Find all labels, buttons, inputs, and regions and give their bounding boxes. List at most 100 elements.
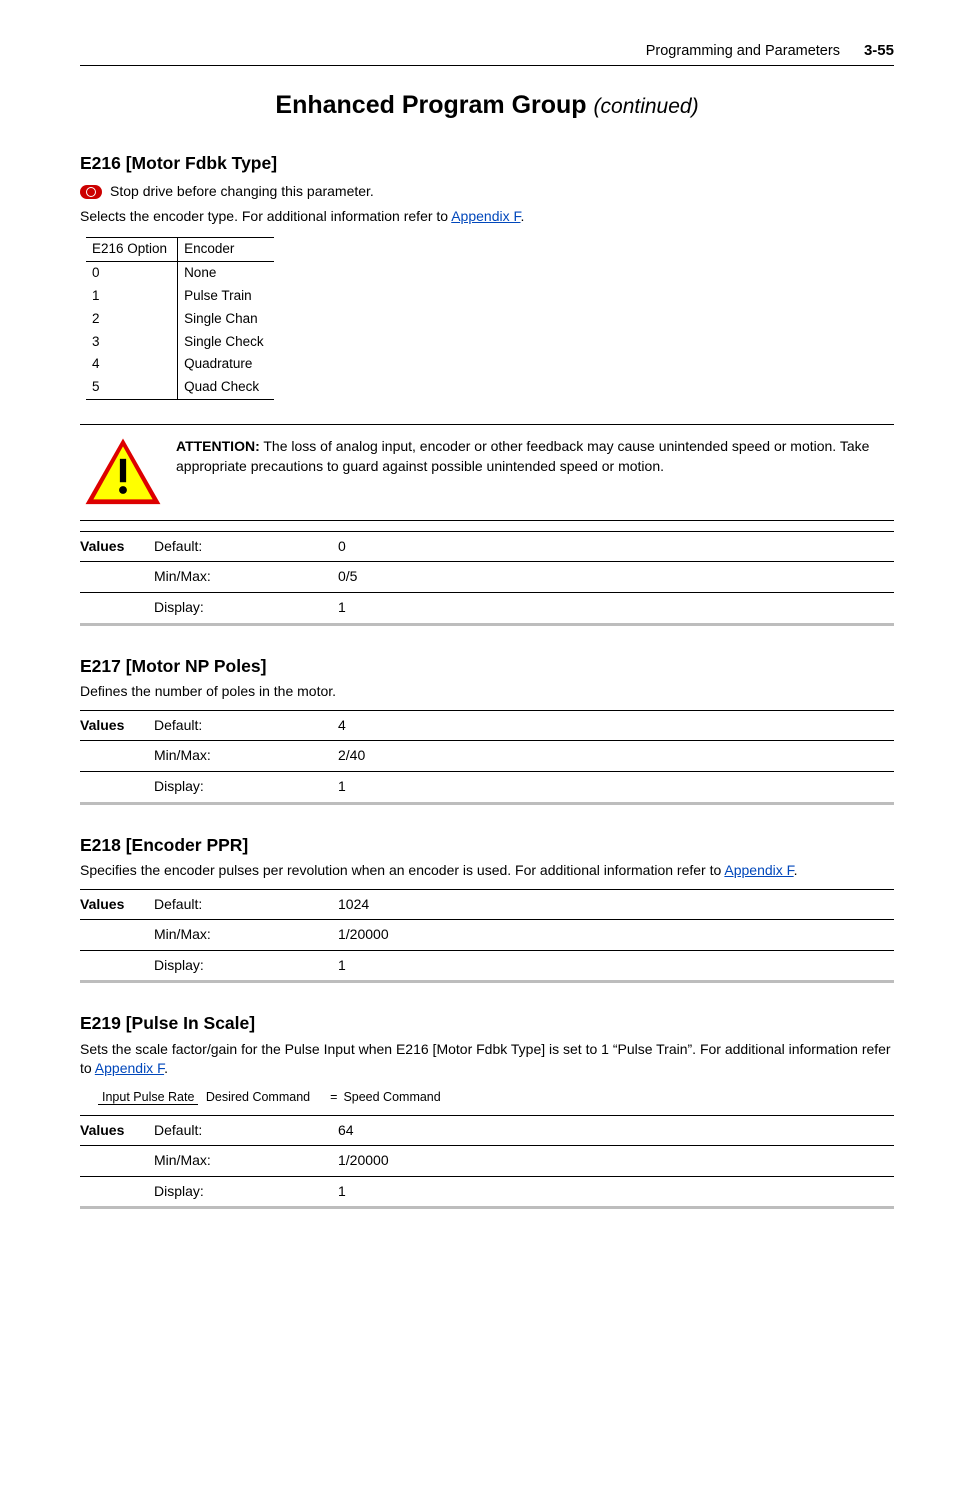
- cell-enc: None: [178, 261, 274, 284]
- cell-opt: 1: [86, 285, 178, 308]
- values-row: Display: 1: [80, 1176, 894, 1208]
- header-section: Programming and Parameters: [646, 41, 840, 61]
- attention-body: The loss of analog input, encoder or oth…: [176, 438, 869, 474]
- formula-numerator: Input Pulse Rate: [98, 1090, 198, 1105]
- e218-desc-a: Specifies the encoder pulses per revolut…: [80, 862, 724, 878]
- values-val: 1: [338, 771, 894, 803]
- attention-text: ATTENTION: The loss of analog input, enc…: [176, 437, 894, 476]
- values-row: Min/Max: 2/40: [80, 741, 894, 772]
- values-val: 64: [338, 1115, 894, 1146]
- stop-note-text: Stop drive before changing this paramete…: [110, 182, 374, 202]
- values-val: 1: [338, 593, 894, 625]
- values-table-e218: Values Default: 1024 Min/Max: 1/20000 Di…: [80, 889, 894, 984]
- values-key: Display:: [154, 593, 338, 625]
- values-key: Default:: [154, 889, 338, 920]
- encoder-options-table: E216 Option Encoder 0None 1Pulse Train 2…: [86, 237, 274, 400]
- table-row: 4Quadrature: [86, 353, 274, 376]
- th-option: E216 Option: [86, 237, 178, 261]
- appendix-f-link[interactable]: Appendix F: [95, 1060, 164, 1076]
- values-key: Default:: [154, 1115, 338, 1146]
- appendix-f-link[interactable]: Appendix F: [724, 862, 793, 878]
- values-key: Default:: [154, 531, 338, 562]
- table-row: 2Single Chan: [86, 308, 274, 331]
- stop-icon: [80, 185, 102, 199]
- e217-description: Defines the number of poles in the motor…: [80, 682, 894, 702]
- formula-equals: =: [330, 1089, 337, 1107]
- page: Programming and Parameters 3-55 Enhanced…: [0, 0, 954, 1487]
- running-header: Programming and Parameters 3-55: [80, 40, 894, 66]
- table-header-row: E216 Option Encoder: [86, 237, 274, 261]
- values-row: Min/Max: 0/5: [80, 562, 894, 593]
- cell-opt: 5: [86, 376, 178, 399]
- section-heading-e219: E219 [Pulse In Scale]: [80, 1011, 894, 1036]
- table-row: 1Pulse Train: [86, 285, 274, 308]
- values-key: Display:: [154, 771, 338, 803]
- appendix-f-link[interactable]: Appendix F: [451, 208, 520, 224]
- values-val: 1: [338, 950, 894, 982]
- cell-enc: Single Chan: [178, 308, 274, 331]
- th-encoder: Encoder: [178, 237, 274, 261]
- cell-enc: Quad Check: [178, 376, 274, 399]
- values-val: 1024: [338, 889, 894, 920]
- values-label: Values: [80, 889, 154, 920]
- values-table-e216: Values Default: 0 Min/Max: 0/5 Display: …: [80, 531, 894, 626]
- e218-description: Specifies the encoder pulses per revolut…: [80, 861, 894, 881]
- formula-rhs: Speed Command: [343, 1089, 440, 1107]
- formula: Input Pulse Rate Desired Command = Speed…: [98, 1089, 894, 1107]
- cell-opt: 2: [86, 308, 178, 331]
- cell-enc: Pulse Train: [178, 285, 274, 308]
- values-row: Values Default: 4: [80, 710, 894, 741]
- values-key: Display:: [154, 1176, 338, 1208]
- e219-desc-a: Sets the scale factor/gain for the Pulse…: [80, 1041, 891, 1077]
- warning-triangle-icon: [84, 437, 162, 506]
- values-val: 1/20000: [338, 1146, 894, 1177]
- header-page-number: 3-55: [864, 40, 894, 61]
- formula-denominator: Desired Command: [202, 1090, 314, 1104]
- cell-enc: Single Check: [178, 331, 274, 354]
- section-heading-e218: E218 [Encoder PPR]: [80, 833, 894, 858]
- values-row: Values Default: 0: [80, 531, 894, 562]
- cell-opt: 0: [86, 261, 178, 284]
- values-val: 4: [338, 710, 894, 741]
- stop-note-line: Stop drive before changing this paramete…: [80, 180, 894, 204]
- values-val: 1/20000: [338, 920, 894, 951]
- values-val: 0/5: [338, 562, 894, 593]
- values-key: Min/Max:: [154, 920, 338, 951]
- values-key: Default:: [154, 710, 338, 741]
- values-key: Min/Max:: [154, 562, 338, 593]
- e219-description: Sets the scale factor/gain for the Pulse…: [80, 1040, 894, 1079]
- values-key: Min/Max:: [154, 741, 338, 772]
- group-title-suffix: (continued): [594, 95, 699, 118]
- values-row: Min/Max: 1/20000: [80, 920, 894, 951]
- e216-desc-b: .: [521, 208, 525, 224]
- values-label: Values: [80, 531, 154, 562]
- cell-enc: Quadrature: [178, 353, 274, 376]
- table-row: 3Single Check: [86, 331, 274, 354]
- section-heading-e216: E216 [Motor Fdbk Type]: [80, 151, 894, 176]
- values-table-e219: Values Default: 64 Min/Max: 1/20000 Disp…: [80, 1115, 894, 1210]
- cell-opt: 3: [86, 331, 178, 354]
- section-heading-e217: E217 [Motor NP Poles]: [80, 654, 894, 679]
- group-title-main: Enhanced Program Group: [275, 91, 586, 119]
- e218-desc-b: .: [794, 862, 798, 878]
- e216-description: Selects the encoder type. For additional…: [80, 207, 894, 227]
- cell-opt: 4: [86, 353, 178, 376]
- values-row: Values Default: 1024: [80, 889, 894, 920]
- values-val: 2/40: [338, 741, 894, 772]
- values-val: 0: [338, 531, 894, 562]
- group-title: Enhanced Program Group (continued): [80, 88, 894, 123]
- formula-fraction: Input Pulse Rate Desired Command: [98, 1089, 314, 1107]
- values-key: Min/Max:: [154, 1146, 338, 1177]
- values-label: Values: [80, 1115, 154, 1146]
- values-table-e217: Values Default: 4 Min/Max: 2/40 Display:…: [80, 710, 894, 805]
- table-row: 5Quad Check: [86, 376, 274, 399]
- attention-block: ATTENTION: The loss of analog input, enc…: [80, 424, 894, 521]
- values-row: Values Default: 64: [80, 1115, 894, 1146]
- values-val: 1: [338, 1176, 894, 1208]
- values-row: Min/Max: 1/20000: [80, 1146, 894, 1177]
- values-key: Display:: [154, 950, 338, 982]
- values-label: Values: [80, 710, 154, 741]
- e216-desc-a: Selects the encoder type. For additional…: [80, 208, 451, 224]
- values-row: Display: 1: [80, 950, 894, 982]
- table-row: 0None: [86, 261, 274, 284]
